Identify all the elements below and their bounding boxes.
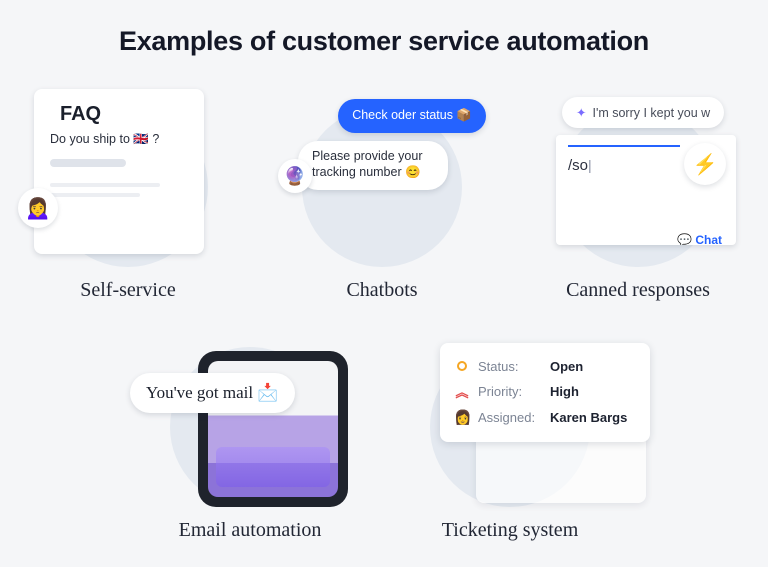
faq-heading: FAQ xyxy=(60,103,188,126)
faq-placeholder-line xyxy=(50,193,140,197)
illustration-circle: ✦I'm sorry I kept you w /so| Chat ⚡ xyxy=(558,107,718,267)
faq-placeholder-line xyxy=(50,159,126,167)
examples-grid: FAQ Do you ship to 🇬🇧 ? 🙍‍♀️ Self-servic… xyxy=(0,57,768,557)
bot-avatar-icon: 🔮 xyxy=(278,159,312,193)
ticket-field-value: Open xyxy=(550,359,583,374)
cell-email-automation: You've got mail 📩 Email automation xyxy=(140,347,360,542)
faq-placeholder-line xyxy=(50,183,160,187)
cell-label: Ticketing system xyxy=(400,519,620,542)
chat-bubble-user: Check oder status 📦 xyxy=(338,99,486,133)
priority-high-icon: ︽ xyxy=(454,382,470,401)
faq-question: Do you ship to 🇬🇧 ? xyxy=(50,132,188,147)
text-caret: | xyxy=(588,157,592,173)
cell-chatbots: Check oder status 📦 Please provide your … xyxy=(272,107,492,302)
ticket-field-value: High xyxy=(550,384,579,399)
cell-self-service: FAQ Do you ship to 🇬🇧 ? 🙍‍♀️ Self-servic… xyxy=(18,107,238,302)
canned-suggestion-pill: ✦ I'm sorry I kept you w xyxy=(562,97,724,128)
chat-bubble-bot: Please provide your tracking number 😊 xyxy=(298,141,448,190)
ticket-row-status: Status: Open xyxy=(454,355,636,378)
cell-label: Email automation xyxy=(140,519,360,542)
illustration-circle: Status: Open ︽ Priority: High 👩 Assigned… xyxy=(430,347,590,507)
status-open-icon xyxy=(454,359,470,374)
email-notification-pill: You've got mail 📩 xyxy=(130,373,295,413)
slash-command-text: /so xyxy=(568,157,588,174)
cell-label: Self-service xyxy=(18,279,238,302)
ticket-field-label: Priority: xyxy=(478,384,542,399)
cell-canned-responses: ✦ I'm sorry I kept you w /so| Chat ⚡ Cann… xyxy=(528,107,748,302)
canned-suggestion-text: I'm sorry I kept you w xyxy=(592,106,710,120)
lightning-icon: ⚡ xyxy=(684,143,726,185)
customer-avatar-icon: 🙍‍♀️ xyxy=(18,188,58,228)
assignee-avatar-icon: 👩 xyxy=(454,409,470,426)
ticket-field-label: Status: xyxy=(478,359,542,374)
sparkle-icon: ✦ xyxy=(576,106,586,120)
cell-label: Canned responses xyxy=(528,279,748,302)
page-title: Examples of customer service automation xyxy=(0,0,768,57)
cell-label: Chatbots xyxy=(272,279,492,302)
cell-ticketing-system: Status: Open ︽ Priority: High 👩 Assigned… xyxy=(400,347,620,542)
ticket-field-label: Assigned: xyxy=(478,410,542,425)
ticket-card-shadow xyxy=(476,433,646,503)
ticket-card: Status: Open ︽ Priority: High 👩 Assigned… xyxy=(440,343,650,442)
faq-sheet: FAQ Do you ship to 🇬🇧 ? 🙍‍♀️ xyxy=(34,89,204,254)
illustration-circle: You've got mail 📩 xyxy=(170,347,330,507)
ticket-row-assigned: 👩 Assigned: Karen Bargs xyxy=(454,405,636,430)
illustration-circle: Check oder status 📦 Please provide your … xyxy=(302,107,462,267)
ticket-row-priority: ︽ Priority: High xyxy=(454,378,636,405)
ticket-field-value: Karen Bargs xyxy=(550,410,627,425)
chat-tag: Chat xyxy=(677,233,722,245)
input-underline xyxy=(568,145,680,147)
illustration-circle: FAQ Do you ship to 🇬🇧 ? 🙍‍♀️ xyxy=(48,107,208,267)
